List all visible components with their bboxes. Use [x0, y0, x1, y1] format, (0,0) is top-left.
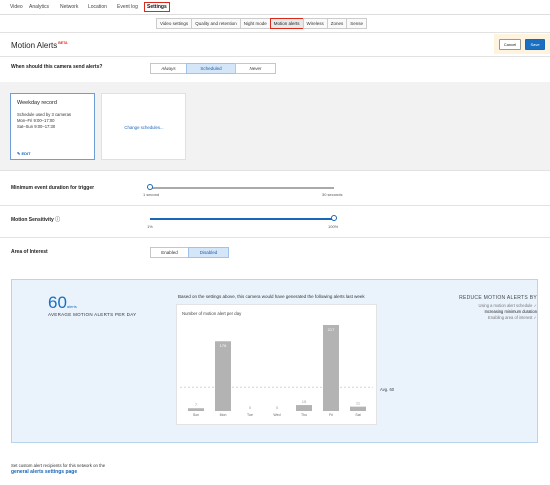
footer-text: Set custom alert recipients for this net…	[11, 463, 106, 468]
chart-bar	[350, 406, 366, 411]
chart-bar	[296, 405, 312, 411]
chart-bar	[215, 341, 231, 411]
average-line-label: Avg. 60	[380, 387, 395, 392]
bar-value-label: 0	[276, 405, 279, 410]
x-tick-label: Wed	[273, 413, 280, 417]
x-tick-label: Thu	[301, 413, 307, 417]
alerts-settings-link[interactable]: general alerts settings page	[11, 469, 77, 475]
bar-value-label: 0	[249, 405, 252, 410]
chart-bar	[323, 325, 339, 411]
bar-value-label: 11	[356, 401, 361, 406]
x-tick-label: Fri	[329, 413, 333, 417]
reduce-heading: REDUCE MOTION ALERTS BY	[459, 295, 537, 301]
alerts-bar-chart: 7 Sun 176 Mon 0 Tue 0 Wed 15 Thu 217 Fri 11 Sat	[180, 325, 373, 417]
bar-value-label: 15	[302, 399, 307, 404]
reduce-item: Increasing minimum duration	[484, 309, 537, 314]
x-tick-label: Sun	[193, 413, 199, 417]
reduce-item: Using a motion alert schedule ✓	[478, 303, 538, 308]
bar-value-label: 176	[220, 343, 227, 348]
reduce-item: Enabling area of interest ✓	[488, 315, 537, 320]
bar-value-label: 217	[328, 327, 335, 332]
chart-bar	[188, 408, 204, 411]
x-tick-label: Mon	[220, 413, 227, 417]
bar-value-label: 7	[195, 402, 198, 407]
x-tick-label: Tue	[247, 413, 253, 417]
x-tick-label: Sat	[355, 413, 360, 417]
